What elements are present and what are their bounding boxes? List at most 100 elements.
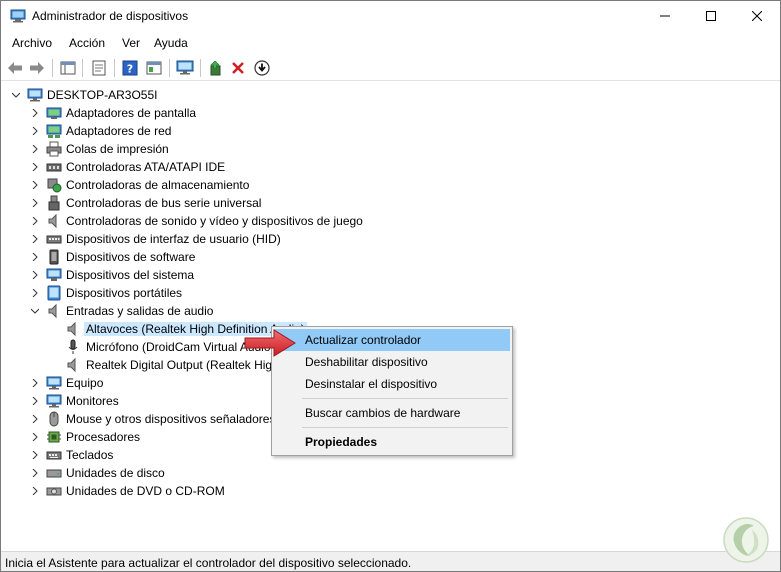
maximize-button[interactable] xyxy=(688,1,734,31)
red-x-icon xyxy=(232,62,244,74)
chevron-right-icon[interactable] xyxy=(31,289,39,297)
minimize-button[interactable] xyxy=(642,1,688,31)
tree-category[interactable]: Controladoras de bus serie universal xyxy=(1,194,561,212)
context-menu-separator xyxy=(302,398,508,399)
minimize-icon xyxy=(660,15,670,17)
tree-category[interactable]: Dispositivos de software xyxy=(1,248,561,266)
chevron-right-icon[interactable] xyxy=(31,127,39,135)
menu-archivo[interactable]: Archivo xyxy=(12,36,52,50)
chevron-right-icon[interactable] xyxy=(31,181,39,189)
printer-icon xyxy=(46,141,62,157)
tree-category[interactable]: Unidades de disco xyxy=(1,464,561,482)
chevron-right-icon[interactable] xyxy=(31,451,39,459)
tree-category[interactable]: Adaptadores de red xyxy=(1,122,561,140)
chevron-right-icon[interactable] xyxy=(31,145,39,153)
tree-category-label: Colas de impresión xyxy=(66,142,169,156)
tree-category-label: Dispositivos de interfaz de usuario (HID… xyxy=(66,232,281,246)
chevron-right-icon[interactable] xyxy=(31,415,39,423)
computer-icon xyxy=(46,376,62,390)
chevron-right-icon[interactable] xyxy=(31,163,39,171)
toolbar-separator xyxy=(82,59,83,77)
tree-category-expanded[interactable]: Entradas y salidas de audio xyxy=(1,302,561,320)
action-pane-icon xyxy=(146,61,162,75)
chevron-right-icon[interactable] xyxy=(31,469,39,477)
tree-category-label: Dispositivos de software xyxy=(66,250,196,264)
monitor-scan-icon xyxy=(176,60,194,75)
update-driver-menu-item[interactable]: Actualizar controlador xyxy=(274,329,510,351)
ide-controller-icon xyxy=(46,163,62,172)
tree-category[interactable]: Controladoras de almacenamiento xyxy=(1,176,561,194)
back-button[interactable] xyxy=(5,58,25,78)
uninstall-device-menu-item[interactable]: Desinstalar el dispositivo xyxy=(274,373,510,395)
tree-category-label: Controladoras ATA/ATAPI IDE xyxy=(66,160,226,174)
display-adapter-icon xyxy=(46,107,62,119)
chevron-right-icon[interactable] xyxy=(31,235,39,243)
tree-category[interactable]: Adaptadores de pantalla xyxy=(1,104,561,122)
chevron-down-icon[interactable] xyxy=(31,307,39,315)
update-driver-button[interactable] xyxy=(206,58,226,78)
software-device-icon xyxy=(49,249,59,265)
microphone-icon xyxy=(68,339,78,354)
chevron-right-icon[interactable] xyxy=(31,433,39,441)
disable-device-label: Deshabilitar dispositivo xyxy=(305,355,428,369)
window-title: Administrador de dispositivos xyxy=(32,9,189,23)
network-adapter-icon xyxy=(46,124,62,138)
chevron-right-icon[interactable] xyxy=(31,109,39,117)
toolbar-separator xyxy=(52,59,53,77)
tree-category[interactable]: Dispositivos de interfaz de usuario (HID… xyxy=(1,230,561,248)
properties-sheet-icon xyxy=(92,60,106,76)
chevron-right-icon[interactable] xyxy=(31,199,39,207)
menu-accion[interactable]: Acción xyxy=(69,36,105,50)
tree-category[interactable]: Colas de impresión xyxy=(1,140,561,158)
menu-ver[interactable]: Ver xyxy=(122,36,140,50)
tree-category[interactable]: Unidades de DVD o CD-ROM xyxy=(1,482,561,500)
chevron-right-icon[interactable] xyxy=(31,379,39,387)
maximize-icon xyxy=(706,11,716,21)
properties-menu-item[interactable]: Propiedades xyxy=(274,431,510,453)
system-device-icon xyxy=(46,268,62,281)
tree-category-label: Mouse y otros dispositivos señaladores xyxy=(66,412,276,426)
properties-toolbar-button[interactable] xyxy=(89,58,109,78)
chevron-right-icon[interactable] xyxy=(31,397,39,405)
chevron-right-icon[interactable] xyxy=(31,487,39,495)
toolbar-separator xyxy=(114,59,115,77)
mouse-icon xyxy=(49,411,59,427)
scan-hardware-menu-item[interactable]: Buscar cambios de hardware xyxy=(274,402,510,424)
tree-root[interactable]: DESKTOP-AR3O55I xyxy=(1,86,561,104)
update-driver-icon xyxy=(210,60,221,76)
console-tree-button[interactable] xyxy=(58,58,78,78)
tree-category-label: Procesadores xyxy=(66,430,141,444)
tree-category[interactable]: Dispositivos del sistema xyxy=(1,266,561,284)
dvd-drive-icon xyxy=(46,487,62,496)
tree-category[interactable]: Dispositivos portátiles xyxy=(1,284,561,302)
speaker-icon xyxy=(67,357,76,373)
help-button[interactable]: ? xyxy=(120,58,140,78)
close-button[interactable] xyxy=(734,1,780,31)
scan-hardware-label: Buscar cambios de hardware xyxy=(305,406,461,420)
chevron-right-icon[interactable] xyxy=(31,217,39,225)
disable-device-button[interactable] xyxy=(252,58,272,78)
tree-category[interactable]: Controladoras ATA/ATAPI IDE xyxy=(1,158,561,176)
chevron-right-icon[interactable] xyxy=(31,271,39,279)
keyboard-icon xyxy=(46,451,62,460)
red-arrow-icon xyxy=(244,329,296,357)
uninstall-button[interactable] xyxy=(228,58,248,78)
chevron-down-icon[interactable] xyxy=(12,91,20,99)
tree-category-label: Teclados xyxy=(66,448,114,462)
tree-category-label: Dispositivos del sistema xyxy=(66,268,195,282)
tree-category-label: Unidades de DVD o CD-ROM xyxy=(66,484,225,498)
disable-device-menu-item[interactable]: Deshabilitar dispositivo xyxy=(274,351,510,373)
toolbar: ? xyxy=(1,55,780,81)
tree-category-label: Monitores xyxy=(66,394,119,408)
tree-category[interactable]: Controladoras de sonido y vídeo y dispos… xyxy=(1,212,561,230)
scan-hardware-button[interactable] xyxy=(175,58,195,78)
svg-text:?: ? xyxy=(127,63,133,76)
storage-controller-icon xyxy=(47,178,62,193)
menu-ayuda[interactable]: Ayuda xyxy=(154,36,188,50)
tree-category-label: Controladoras de almacenamiento xyxy=(66,178,250,192)
forward-button[interactable] xyxy=(27,58,47,78)
disk-drive-icon xyxy=(46,469,62,478)
close-icon xyxy=(752,11,762,21)
action-pane-button[interactable] xyxy=(144,58,164,78)
chevron-right-icon[interactable] xyxy=(31,253,39,261)
